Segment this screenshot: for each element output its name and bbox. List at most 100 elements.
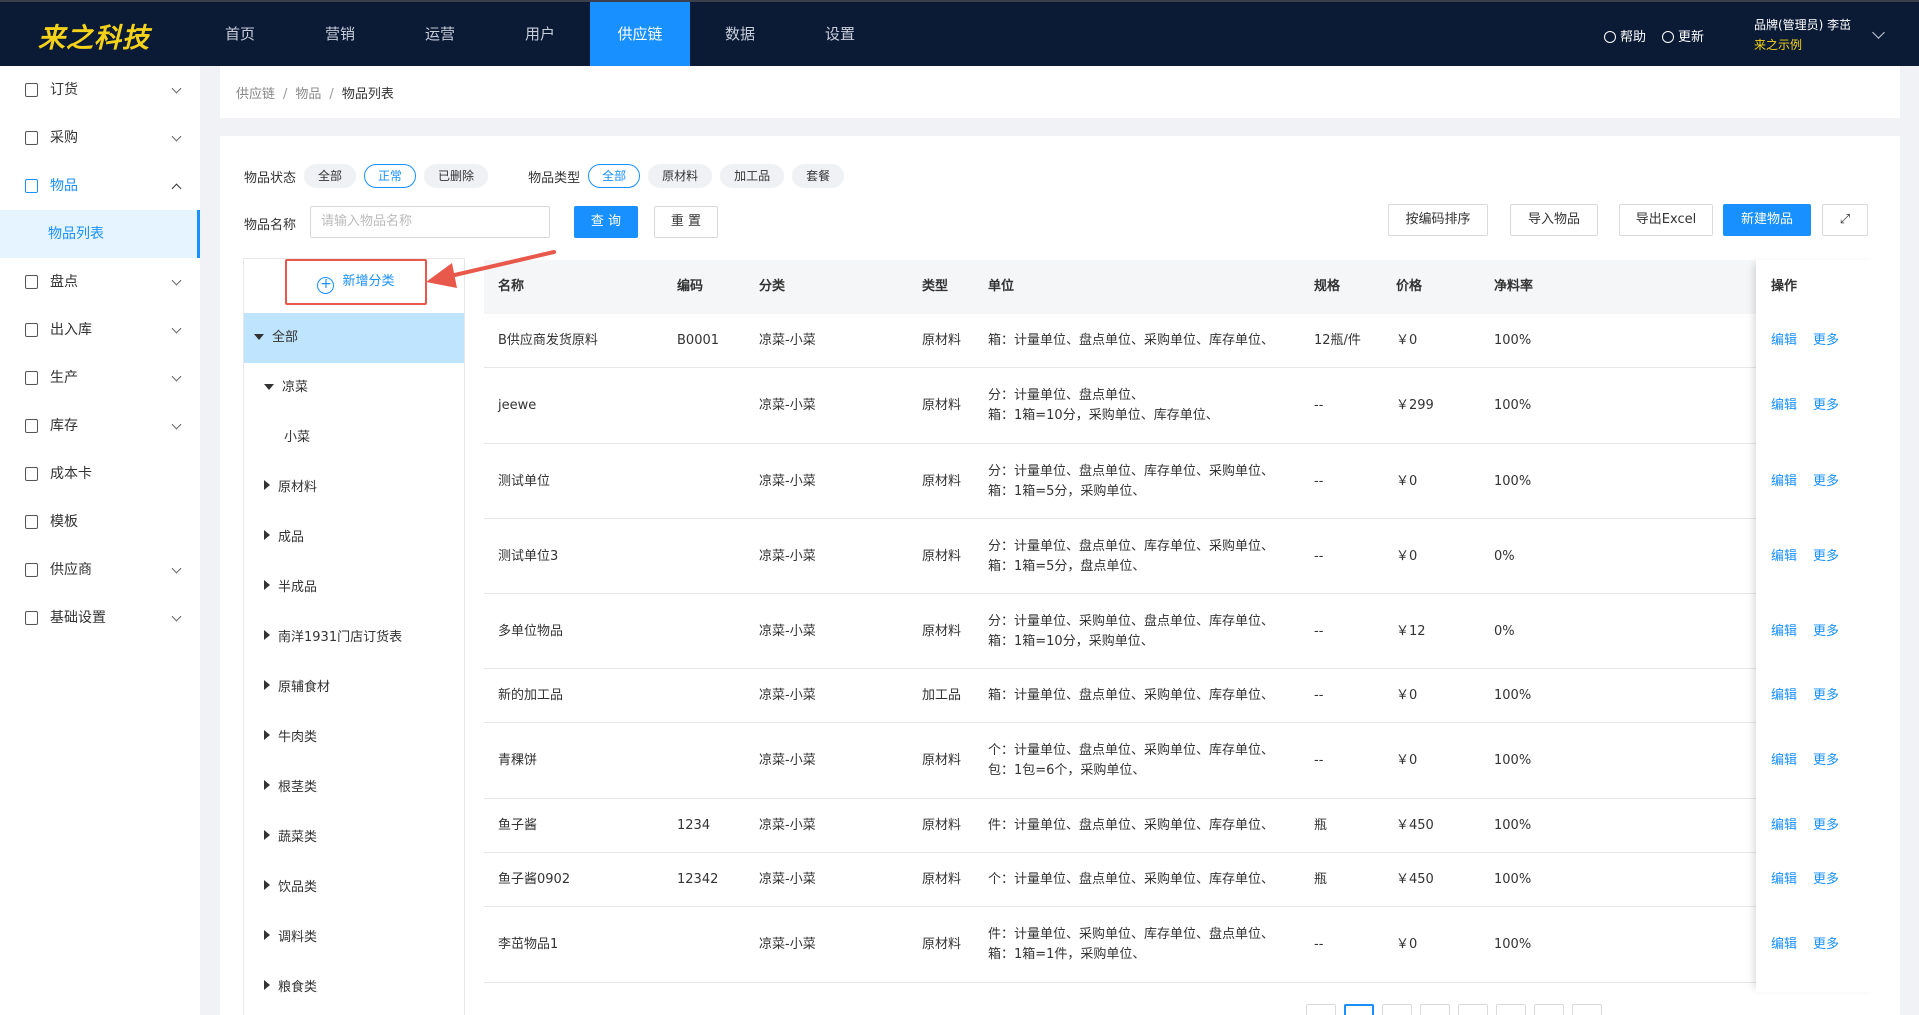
caret-right-icon[interactable] [264, 480, 270, 490]
edit-link[interactable]: 编辑 [1771, 549, 1797, 564]
type-chip-1[interactable]: 原材料 [648, 164, 713, 188]
nav-item-6[interactable]: 设置 [790, 2, 890, 66]
fullscreen-button[interactable]: ⤢ [1822, 204, 1868, 236]
sidebar-item-5[interactable]: 生产 [0, 354, 200, 402]
edit-link[interactable]: 编辑 [1771, 688, 1797, 703]
more-link[interactable]: 更多 [1813, 753, 1839, 768]
more-link[interactable]: 更多 [1813, 474, 1839, 489]
import-items-button[interactable]: 导入物品 [1510, 204, 1598, 236]
status-chip-0[interactable]: 全部 [304, 164, 357, 188]
caret-right-icon[interactable] [264, 980, 270, 990]
sidebar-item-6[interactable]: 库存 [0, 402, 200, 450]
page-item[interactable] [1534, 1004, 1564, 1015]
more-link[interactable]: 更多 [1813, 818, 1839, 833]
more-link[interactable]: 更多 [1813, 549, 1839, 564]
edit-link[interactable]: 编辑 [1771, 818, 1797, 833]
tree-node[interactable]: 牛肉类 [244, 713, 464, 763]
tree-node[interactable]: 全部 [244, 313, 464, 363]
nav-item-2[interactable]: 运营 [390, 2, 490, 66]
update-button[interactable]: 更新 [1662, 26, 1704, 45]
tree-node[interactable]: 小菜 [244, 413, 464, 463]
type-chip-3[interactable]: 套餐 [792, 164, 845, 188]
caret-right-icon[interactable] [264, 930, 270, 940]
tree-node[interactable]: 原辅食材 [244, 663, 464, 713]
page-next[interactable] [1572, 1004, 1602, 1015]
tree-node[interactable]: 原材料 [244, 463, 464, 513]
more-link[interactable]: 更多 [1813, 688, 1839, 703]
page-current[interactable] [1344, 1004, 1374, 1015]
reset-button[interactable]: 重 置 [654, 206, 718, 238]
create-item-button[interactable]: 新建物品 [1723, 204, 1811, 236]
help-button[interactable]: 帮助 [1604, 26, 1646, 45]
page-prev[interactable] [1306, 1004, 1336, 1015]
status-chip-2[interactable]: 已删除 [424, 164, 489, 188]
nav-item-1[interactable]: 营销 [290, 2, 390, 66]
nav-item-4[interactable]: 供应链 [590, 2, 690, 66]
brand-logo[interactable]: 来之科技 [38, 16, 150, 55]
sidebar-item-7[interactable]: 成本卡 [0, 450, 200, 498]
status-chip-1[interactable]: 正常 [364, 164, 417, 188]
tree-node[interactable]: 根茎类 [244, 763, 464, 813]
tree-node[interactable]: 饮品类 [244, 863, 464, 913]
sidebar-item-10[interactable]: 基础设置 [0, 594, 200, 642]
sidebar-item-9[interactable]: 供应商 [0, 546, 200, 594]
edit-link[interactable]: 编辑 [1771, 474, 1797, 489]
more-link[interactable]: 更多 [1813, 937, 1839, 952]
tree-node[interactable]: 粮食类 [244, 963, 464, 1013]
nav-item-3[interactable]: 用户 [490, 2, 590, 66]
edit-link[interactable]: 编辑 [1771, 398, 1797, 413]
cell-spec: -- [1314, 548, 1324, 564]
tree-node-label: 蔬菜类 [278, 830, 318, 845]
caret-right-icon[interactable] [264, 830, 270, 840]
caret-right-icon[interactable] [264, 680, 270, 690]
caret-right-icon[interactable] [264, 530, 270, 540]
more-link[interactable]: 更多 [1813, 624, 1839, 639]
page-item[interactable] [1458, 1004, 1488, 1015]
sidebar-subitem-item-list[interactable]: 物品列表 [0, 210, 200, 258]
type-chip-2[interactable]: 加工品 [720, 164, 785, 188]
sidebar-item-0[interactable]: 订货 [0, 66, 200, 114]
sidebar-item-8[interactable]: 模板 [0, 498, 200, 546]
item-name-input[interactable]: 请输入物品名称 [310, 206, 550, 238]
tree-node[interactable]: 南洋1931门店订货表 [244, 613, 464, 663]
caret-right-icon[interactable] [264, 630, 270, 640]
export-excel-button[interactable]: 导出Excel [1619, 204, 1713, 236]
edit-link[interactable]: 编辑 [1771, 333, 1797, 348]
edit-link[interactable]: 编辑 [1771, 753, 1797, 768]
tree-node[interactable]: 凉菜 [244, 363, 464, 413]
type-chip-0[interactable]: 全部 [588, 164, 641, 188]
sidebar-item-4[interactable]: 出入库 [0, 306, 200, 354]
caret-right-icon[interactable] [264, 580, 270, 590]
caret-down-icon[interactable] [254, 334, 264, 340]
caret-right-icon[interactable] [264, 730, 270, 740]
more-link[interactable]: 更多 [1813, 872, 1839, 887]
tree-node[interactable]: 半成品 [244, 563, 464, 613]
user-menu[interactable]: 品牌(管理员) 李茁 来之示例 [1754, 15, 1894, 55]
caret-down-icon[interactable] [264, 384, 274, 390]
sidebar-item-3[interactable]: 盘点 [0, 258, 200, 306]
nav-item-5[interactable]: 数据 [690, 2, 790, 66]
edit-link[interactable]: 编辑 [1771, 937, 1797, 952]
sidebar-item-1[interactable]: 采购 [0, 114, 200, 162]
page-item[interactable] [1496, 1004, 1526, 1015]
cell-price: ￥0 [1396, 548, 1418, 564]
page-item[interactable] [1420, 1004, 1450, 1015]
more-link[interactable]: 更多 [1813, 398, 1839, 413]
query-button[interactable]: 查 询 [574, 206, 638, 238]
caret-right-icon[interactable] [264, 880, 270, 890]
breadcrumb-supply-chain[interactable]: 供应链 [236, 87, 275, 102]
caret-right-icon[interactable] [264, 780, 270, 790]
cell-spec: 12瓶/件 [1314, 333, 1361, 348]
nav-item-0[interactable]: 首页 [190, 2, 290, 66]
edit-link[interactable]: 编辑 [1771, 624, 1797, 639]
page-item[interactable] [1382, 1004, 1412, 1015]
add-category-button[interactable]: + 新增分类 [285, 259, 427, 305]
tree-node[interactable]: 调料类 [244, 913, 464, 963]
tree-node[interactable]: 蔬菜类 [244, 813, 464, 863]
sort-by-code-button[interactable]: 按编码排序 [1388, 204, 1488, 236]
sidebar-item-2[interactable]: 物品 [0, 162, 200, 210]
more-link[interactable]: 更多 [1813, 333, 1839, 348]
breadcrumb-items[interactable]: 物品 [295, 87, 321, 102]
edit-link[interactable]: 编辑 [1771, 872, 1797, 887]
tree-node[interactable]: 成品 [244, 513, 464, 563]
